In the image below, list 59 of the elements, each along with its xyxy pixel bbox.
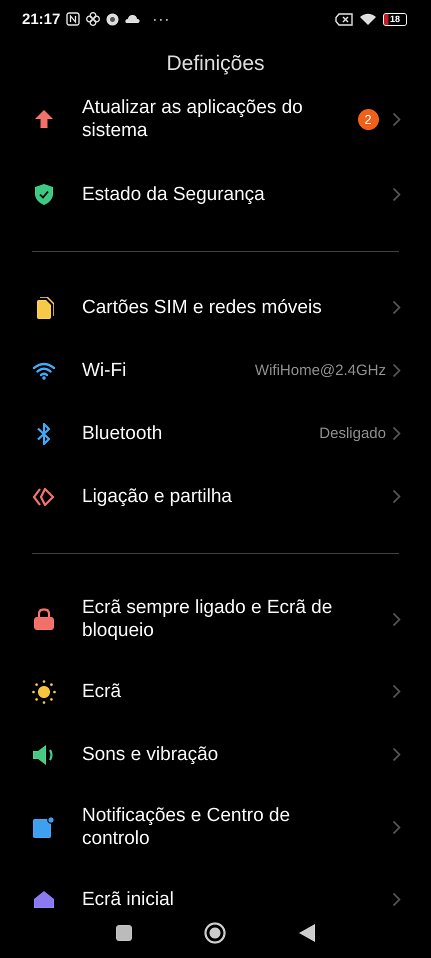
- item-label: Ecrã inicial: [82, 888, 175, 908]
- item-label: Cartões SIM e redes móveis: [82, 296, 323, 319]
- page-title: Definições: [166, 51, 265, 76]
- settings-item[interactable]: Notificações e Centro de controlo: [0, 786, 431, 868]
- fan-icon: [86, 12, 100, 26]
- no-sim-icon: [335, 12, 353, 26]
- bluetooth-icon: [36, 422, 52, 446]
- chevron-icon: [392, 300, 401, 315]
- chevron-icon: [392, 112, 401, 126]
- count-badge: 2: [358, 108, 378, 130]
- lock-icon: [34, 608, 54, 630]
- arrow-up-icon: [34, 109, 54, 129]
- chevron-icon: [392, 489, 401, 504]
- nfc-icon: [66, 12, 80, 26]
- link-icon: [32, 486, 56, 506]
- notification-icon: [33, 816, 55, 838]
- settings-item[interactable]: Bluetooth Desligado: [0, 402, 431, 465]
- item-value: Desligado: [319, 425, 386, 442]
- settings-item[interactable]: Atualizar as aplicações do sistema 2: [0, 75, 431, 163]
- chevron-icon: [392, 684, 401, 699]
- sun-icon: [32, 680, 56, 704]
- settings-item[interactable]: Cartões SIM e redes móveis: [0, 276, 431, 339]
- settings-item[interactable]: Estado da Segurança: [0, 163, 431, 226]
- settings-item[interactable]: Ecrã: [0, 660, 431, 723]
- settings-item[interactable]: Ecrã sempre ligado e Ecrã de bloqueio: [0, 578, 431, 660]
- cloud-icon: [125, 14, 140, 24]
- settings-item[interactable]: Ligação e partilha: [0, 465, 431, 528]
- settings-item[interactable]: Sons e vibração: [0, 723, 431, 786]
- item-label: Bluetooth: [82, 422, 164, 445]
- battery-indicator: 18: [383, 12, 407, 26]
- item-value: WifiHome@2.4GHz: [254, 362, 386, 379]
- chevron-icon: [392, 426, 401, 441]
- wifi-icon: [32, 362, 56, 380]
- browser-icon: [106, 12, 120, 26]
- home-icon: [33, 888, 55, 908]
- item-label: Ligação e partilha: [82, 485, 233, 508]
- chevron-icon: [392, 892, 401, 907]
- more-notifications: ···: [152, 10, 170, 28]
- item-label: Atualizar as aplicações do sistema: [82, 96, 304, 142]
- back-button[interactable]: [298, 924, 315, 942]
- item-label: Wi-Fi: [82, 359, 128, 382]
- item-label: Sons e vibração: [82, 743, 220, 766]
- wifi-signal-icon: [359, 12, 377, 26]
- chevron-icon: [392, 612, 401, 626]
- shield-icon: [35, 184, 53, 205]
- settings-item[interactable]: Wi-Fi WifiHome@2.4GHz: [0, 339, 431, 402]
- chevron-icon: [392, 187, 401, 202]
- chevron-icon: [392, 820, 401, 834]
- item-label: Notificações e Centro de controlo: [82, 804, 292, 850]
- item-label: Estado da Segurança: [82, 183, 266, 206]
- sim-card-icon: [34, 296, 54, 318]
- chevron-icon: [392, 363, 401, 378]
- item-label: Ecrã sempre ligado e Ecrã de bloqueio: [82, 596, 334, 642]
- chevron-icon: [392, 747, 401, 762]
- settings-item[interactable]: Ecrã inicial: [0, 868, 431, 908]
- status-time: 21:17: [22, 10, 60, 28]
- item-label: Ecrã: [82, 680, 122, 703]
- recents-button[interactable]: [116, 925, 132, 941]
- home-button[interactable]: [204, 922, 226, 944]
